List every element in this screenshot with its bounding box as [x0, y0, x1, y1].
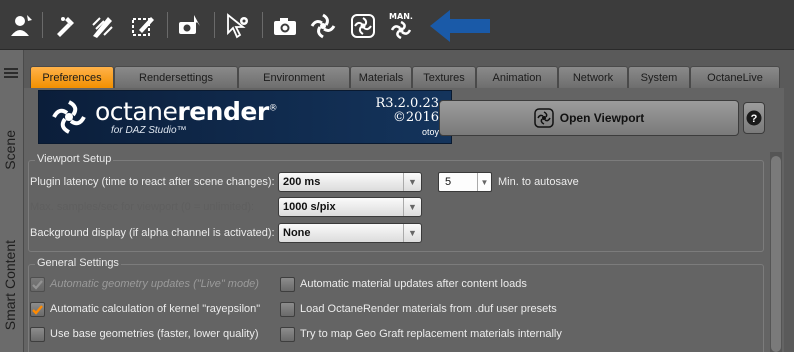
octane-logo-icon: [52, 100, 86, 134]
pick-tool-icon[interactable]: [50, 11, 80, 41]
tab-environment[interactable]: Environment: [238, 66, 350, 88]
scroll-thumb[interactable]: [771, 156, 781, 352]
toolbar: MAN.: [0, 0, 794, 50]
otoy-brand: otoy: [421, 127, 439, 137]
octane-viewport-icon[interactable]: [348, 11, 378, 41]
svg-text:?: ?: [751, 113, 758, 125]
brush-tool-icon[interactable]: [88, 11, 118, 41]
chevron-down-icon: ▼: [403, 173, 421, 191]
rayepsilon-label: Automatic calculation of kernel "rayepsi…: [50, 303, 261, 315]
tab-system[interactable]: System: [628, 66, 690, 88]
cursor-gear-icon[interactable]: [222, 11, 252, 41]
checkmark-icon: [32, 280, 43, 290]
tab-bar: Preferences Rendersettings Environment M…: [24, 66, 784, 88]
scene-tab[interactable]: Scene: [2, 130, 22, 170]
scrollbar[interactable]: [770, 152, 782, 352]
tab-textures[interactable]: Textures: [412, 66, 476, 88]
base-geometries-checkbox[interactable]: [30, 327, 45, 342]
banner-title: octanerender®: [95, 97, 278, 126]
auto-material-updates-checkbox[interactable]: [280, 277, 295, 292]
menu-grip-icon[interactable]: [4, 68, 18, 80]
octane-banner: octanerender® for DAZ Studio™ R3.2.0.23 …: [38, 90, 452, 144]
background-display-dropdown[interactable]: None ▼: [278, 223, 422, 243]
open-viewport-button[interactable]: Open Viewport: [439, 100, 739, 136]
tab-octanelive[interactable]: OctaneLive: [690, 66, 780, 88]
background-display-label: Background display (if alpha channel is …: [30, 227, 275, 239]
tab-preferences[interactable]: Preferences: [30, 66, 114, 88]
select-edit-icon[interactable]: [128, 11, 158, 41]
camera-icon[interactable]: [270, 11, 300, 41]
max-samples-label: Max. samples/sec for viewport (0 = unlim…: [30, 201, 255, 213]
help-button[interactable]: ?: [743, 102, 765, 134]
live-mode-checkbox[interactable]: [30, 277, 45, 292]
rayepsilon-checkbox[interactable]: [30, 302, 45, 317]
max-samples-dropdown[interactable]: 1000 s/pix ▼: [278, 197, 422, 217]
general-settings-title: General Settings: [35, 257, 121, 269]
tab-animation[interactable]: Animation: [476, 66, 558, 88]
camera-cursor-icon[interactable]: [174, 11, 204, 41]
autosave-label: Min. to autosave: [498, 176, 579, 188]
banner-subtitle: for DAZ Studio™: [111, 125, 187, 136]
side-rail: Scene Smart Content: [0, 50, 24, 352]
chevron-down-icon: ▼: [403, 224, 421, 242]
auto-material-updates-label: Automatic material updates after content…: [300, 278, 527, 290]
help-icon: ?: [746, 110, 762, 126]
live-mode-label: Automatic geometry updates ("Live" mode): [50, 278, 259, 290]
chevron-down-icon: ▼: [477, 173, 491, 191]
octane-viewport-icon: [534, 108, 554, 128]
user-settings-icon[interactable]: [6, 11, 36, 41]
chevron-down-icon: ▼: [403, 198, 421, 216]
viewport-setup-title: Viewport Setup: [35, 153, 114, 165]
pointer-arrow: [428, 8, 492, 44]
plugin-latency-dropdown[interactable]: 200 ms ▼: [278, 172, 422, 192]
open-viewport-label: Open Viewport: [559, 111, 645, 125]
autosave-spinbox[interactable]: 5 ▼: [438, 172, 492, 192]
man-label: MAN.: [389, 12, 413, 21]
geo-graft-label: Try to map Geo Graft replacement materia…: [300, 328, 562, 340]
tab-network[interactable]: Network: [558, 66, 628, 88]
banner-version: R3.2.0.23 ©2016: [375, 96, 439, 125]
load-duf-presets-label: Load OctaneRender materials from .duf us…: [300, 303, 557, 315]
plugin-latency-label: Plugin latency (time to react after scen…: [30, 176, 275, 188]
geo-graft-checkbox[interactable]: [280, 327, 295, 342]
tab-materials[interactable]: Materials: [350, 66, 412, 88]
man-octane-icon[interactable]: MAN.: [386, 11, 416, 41]
load-duf-presets-checkbox[interactable]: [280, 302, 295, 317]
octane-logo-icon[interactable]: [308, 11, 338, 41]
smart-content-tab[interactable]: Smart Content: [2, 240, 22, 330]
checkmark-icon: [32, 305, 43, 315]
tab-rendersettings[interactable]: Rendersettings: [114, 66, 238, 88]
base-geometries-label: Use base geometries (faster, lower quali…: [50, 328, 259, 340]
preferences-panel: octanerender® for DAZ Studio™ R3.2.0.23 …: [24, 88, 784, 352]
